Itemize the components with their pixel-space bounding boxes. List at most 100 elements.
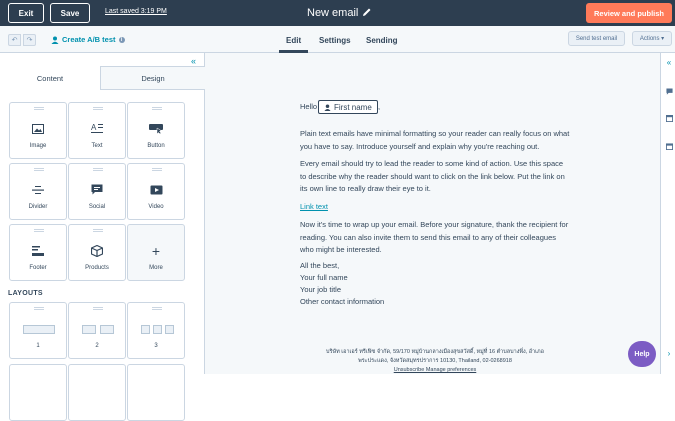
module-footer[interactable]: Footer	[9, 224, 67, 281]
editor-toolbar: ↶ ↷ Create A/B test i Edit Settings Send…	[0, 26, 675, 53]
module-label: Products	[85, 265, 109, 271]
footer-address-line-2: พระประแดง, จังหวัดสมุทรปราการ 10130, Tha…	[358, 358, 512, 364]
greeting-suffix: ,	[378, 102, 381, 111]
exit-button[interactable]: Exit	[8, 3, 44, 23]
footer-icon	[10, 245, 66, 259]
signoff: All the best,	[300, 261, 340, 270]
module-image[interactable]: Image	[9, 102, 67, 159]
layout-column	[23, 325, 55, 334]
drag-handle-icon	[152, 307, 162, 310]
svg-text:A: A	[91, 123, 97, 132]
actions-dropdown[interactable]: Actions ▾	[632, 31, 672, 46]
layout-column	[165, 325, 174, 334]
top-bar: Exit Save Last saved 3:19 PM New email R…	[0, 0, 675, 26]
help-button[interactable]: Help	[628, 341, 656, 367]
products-icon	[69, 244, 125, 260]
comment-icon[interactable]	[665, 88, 673, 97]
layout-column	[82, 325, 96, 334]
drag-handle-icon	[34, 168, 44, 171]
signature-contact: Other contact information	[300, 297, 385, 306]
layout-1-column[interactable]: 1	[9, 302, 67, 359]
info-icon[interactable]: i	[118, 36, 125, 43]
user-icon	[324, 103, 331, 111]
redo-icon[interactable]: ↷	[23, 34, 36, 46]
pencil-icon[interactable]	[362, 7, 372, 17]
left-panel: « Content Design Image A Text Button Div…	[0, 53, 205, 421]
tab-content[interactable]: Content	[0, 66, 101, 90]
drag-handle-icon	[152, 168, 162, 171]
module-label: Button	[147, 143, 165, 149]
ab-test-label: Create A/B test	[62, 35, 116, 44]
layout-column	[141, 325, 150, 334]
tab-design[interactable]: Design	[101, 66, 205, 90]
paragraph-3: Now it's time to wrap up your email. Bef…	[300, 220, 569, 254]
calendar-icon[interactable]	[665, 143, 673, 152]
token-label: First name	[334, 102, 372, 112]
layout-column	[100, 325, 114, 334]
layout-column	[153, 325, 162, 334]
module-products[interactable]: Products	[68, 224, 126, 281]
layout-3-column[interactable]: 3	[127, 302, 185, 359]
tab-edit[interactable]: Edit	[286, 36, 301, 45]
layout-label: 3	[154, 343, 158, 349]
email-body[interactable]: Hello First name , Plain text emails hav…	[300, 53, 570, 374]
layout-tile[interactable]	[68, 364, 126, 421]
module-label: More	[149, 265, 163, 271]
module-label: Divider	[28, 204, 48, 210]
last-saved-link[interactable]: Last saved 3:19 PM	[105, 8, 167, 15]
layout-label: 2	[95, 343, 99, 349]
review-and-publish-button[interactable]: Review and publish	[586, 3, 672, 23]
layout-tile[interactable]	[9, 364, 67, 421]
module-label: Image	[29, 143, 47, 149]
module-label: Text	[91, 143, 103, 149]
signature-job-title: Your job title	[300, 285, 342, 294]
user-icon	[51, 36, 59, 44]
drag-handle-icon	[34, 229, 44, 232]
layout-tile[interactable]	[127, 364, 185, 421]
create-ab-test-button[interactable]: Create A/B test i	[51, 35, 125, 44]
tab-sending[interactable]: Sending	[366, 36, 398, 45]
link-text[interactable]: Link text	[300, 201, 328, 214]
layout-label: 1	[36, 343, 40, 349]
chevron-right-icon[interactable]: ›	[665, 349, 673, 358]
module-text[interactable]: A Text	[68, 102, 126, 159]
paragraph-2: Every email should try to lead the reade…	[300, 159, 565, 193]
drag-handle-icon	[93, 229, 103, 232]
plus-icon: +	[151, 243, 161, 259]
button-icon	[128, 123, 184, 137]
drag-handle-icon	[34, 107, 44, 110]
email-title[interactable]: New email	[307, 7, 358, 19]
send-test-email-button[interactable]: Send test email	[568, 31, 625, 46]
drag-handle-icon	[34, 307, 44, 310]
collapse-panel-icon[interactable]: «	[191, 56, 196, 66]
drag-handle-icon	[93, 107, 103, 110]
preview-icon[interactable]	[665, 115, 673, 124]
save-button[interactable]: Save	[50, 3, 90, 23]
social-icon	[69, 184, 125, 198]
personalization-token[interactable]: First name	[318, 100, 378, 114]
footer-address: บริษัท เอาเอร์ ทรีเฟิซ จำกัด, 59/170 หมู…	[326, 349, 544, 355]
paragraph-1: Plain text emails have minimal formattin…	[300, 129, 570, 151]
drag-handle-icon	[93, 307, 103, 310]
module-label: Footer	[29, 265, 47, 271]
right-rail: « ›	[660, 53, 675, 374]
email-canvas: Hello First name , Plain text emails hav…	[205, 53, 660, 374]
drag-handle-icon	[152, 107, 162, 110]
layouts-heading: LAYOUTS	[8, 290, 43, 297]
layout-2-column[interactable]: 2	[68, 302, 126, 359]
divider-icon	[10, 184, 66, 198]
signature-name: Your full name	[300, 273, 348, 282]
module-button[interactable]: Button	[127, 102, 185, 159]
drag-handle-icon	[93, 168, 103, 171]
expand-panel-icon[interactable]: «	[665, 58, 673, 67]
module-label: Video	[148, 204, 164, 210]
module-divider[interactable]: Divider	[9, 163, 67, 220]
text-icon: A	[69, 123, 125, 137]
module-video[interactable]: Video	[127, 163, 185, 220]
module-social[interactable]: Social	[68, 163, 126, 220]
image-icon	[10, 123, 66, 137]
module-label: Social	[88, 204, 106, 210]
undo-icon[interactable]: ↶	[8, 34, 21, 46]
module-more[interactable]: + More	[127, 224, 185, 281]
tab-settings[interactable]: Settings	[319, 36, 351, 45]
